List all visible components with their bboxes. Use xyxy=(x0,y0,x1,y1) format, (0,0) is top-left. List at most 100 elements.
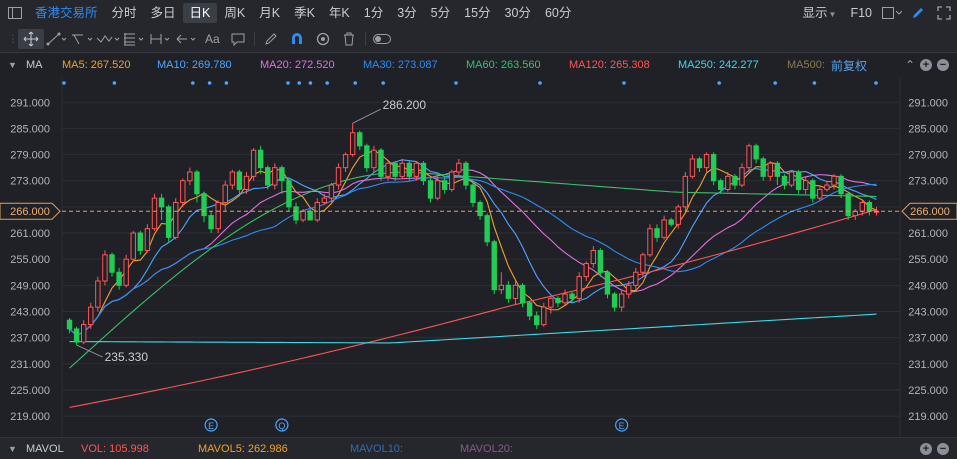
candle-body-74 xyxy=(590,249,597,265)
top-event-dot-12 xyxy=(538,81,542,85)
tab-period-11[interactable]: 30分 xyxy=(498,3,538,23)
top-event-dot-1 xyxy=(112,81,117,85)
arrow-tool-icon[interactable] xyxy=(174,29,200,49)
y-tick-right-10: 231.000 xyxy=(908,359,948,371)
draw-pen-icon[interactable] xyxy=(905,3,931,23)
candle-body-67 xyxy=(541,306,547,326)
drag-handle-icon[interactable]: ⋮ xyxy=(8,34,18,45)
candle-body-45 xyxy=(385,162,391,177)
tab-period-2[interactable]: 日K xyxy=(182,3,218,23)
candle-body-104 xyxy=(802,180,809,190)
tab-period-1[interactable]: 多日 xyxy=(144,3,183,23)
kline-chart[interactable]: 291.000 291.000 285.000 285.000 279.000 279.0… xyxy=(0,77,957,437)
display-menu-label: 显示 xyxy=(802,6,828,20)
range-tool-icon[interactable] xyxy=(148,29,174,49)
drawing-toolbar: ⋮ Aa xyxy=(0,26,957,53)
candle-body-108 xyxy=(831,175,837,186)
high-annotation-leader xyxy=(352,108,381,124)
tab-period-5[interactable]: 季K xyxy=(287,3,322,23)
candle-body-62 xyxy=(505,284,512,299)
exchange-selector[interactable]: 香港交易所 xyxy=(28,3,105,23)
candle-body-79 xyxy=(626,284,632,295)
candle-body-19 xyxy=(201,193,207,217)
add-indicator-icon[interactable]: + xyxy=(920,59,932,71)
volume-indicator-name[interactable]: MAVOL xyxy=(26,443,64,455)
fibonacci-tool-icon[interactable] xyxy=(122,29,148,49)
candle-body-25 xyxy=(243,175,250,190)
collapse-triangle-icon[interactable]: ▼ xyxy=(8,444,17,454)
indicator-name[interactable]: MA xyxy=(26,59,43,71)
top-event-dot-10 xyxy=(381,81,386,85)
eraser-pen-icon[interactable] xyxy=(258,29,284,49)
display-menu[interactable]: 显示▼ xyxy=(796,3,844,23)
candle-body-27 xyxy=(257,149,264,169)
top-event-dot-17 xyxy=(874,81,878,85)
candle-body-81 xyxy=(640,254,646,273)
candle-body-112 xyxy=(859,202,865,212)
toggle-drawings-icon[interactable] xyxy=(369,29,395,49)
tab-period-0[interactable]: 分时 xyxy=(105,3,144,23)
candle-body-21 xyxy=(215,202,221,230)
tab-period-4[interactable]: 月K xyxy=(252,3,287,23)
price-adjust-selector[interactable]: 前复权 xyxy=(831,57,867,74)
candle-body-51 xyxy=(427,180,434,199)
wave-tool-icon[interactable] xyxy=(96,29,122,49)
candle-body-53 xyxy=(441,180,448,190)
top-event-dot-5 xyxy=(286,81,290,85)
top-event-dot-2 xyxy=(191,81,195,85)
remove-volume-indicator-icon[interactable]: − xyxy=(937,442,949,455)
visibility-eye-icon[interactable] xyxy=(310,29,336,49)
low-annotation-label: 235.330 xyxy=(105,350,149,364)
candle-body-70 xyxy=(562,293,568,304)
candle-body-85 xyxy=(668,219,674,225)
y-tick-left-12: 219.000 xyxy=(10,411,50,423)
line-tool-icon[interactable] xyxy=(44,29,70,49)
candle-body-65 xyxy=(526,302,533,317)
crosshair-move-icon[interactable] xyxy=(18,29,44,49)
comment-tool-icon[interactable] xyxy=(225,29,251,49)
channel-tool-icon[interactable] xyxy=(70,29,96,49)
tab-period-9[interactable]: 5分 xyxy=(424,3,457,23)
candle-body-52 xyxy=(434,180,441,199)
chevron-up-icon[interactable]: ⌃ xyxy=(905,58,915,72)
candle-body-93 xyxy=(725,175,731,190)
candle-body-34 xyxy=(307,210,313,221)
tab-period-10[interactable]: 15分 xyxy=(457,3,497,23)
remove-indicator-icon[interactable]: − xyxy=(937,59,949,71)
chevron-down-icon: ▼ xyxy=(828,10,837,19)
y-tick-left-2: 279.000 xyxy=(10,150,50,162)
candle-body-49 xyxy=(413,162,420,177)
candle-body-32 xyxy=(293,206,299,221)
y-tick-right-3: 273.000 xyxy=(908,176,948,188)
candle-body-80 xyxy=(633,271,639,286)
tab-period-3[interactable]: 周K xyxy=(217,3,252,23)
candle-body-78 xyxy=(618,293,625,308)
y-tick-right-6: 255.000 xyxy=(908,254,948,266)
fullscreen-icon[interactable] xyxy=(931,3,957,23)
f10-button[interactable]: F10 xyxy=(843,3,879,23)
y-tick-left-3: 273.000 xyxy=(10,176,50,188)
candle-body-48 xyxy=(406,162,412,177)
candle-body-64 xyxy=(519,284,526,304)
candle-body-109 xyxy=(838,175,844,195)
top-event-dot-14 xyxy=(717,81,721,85)
y-tick-left-10: 231.000 xyxy=(10,359,50,371)
layout-menu-icon[interactable] xyxy=(879,3,905,23)
add-volume-indicator-icon[interactable]: + xyxy=(920,442,932,455)
collapse-triangle-icon[interactable]: ▼ xyxy=(8,60,17,70)
candle-body-84 xyxy=(661,219,667,238)
y-tick-left-1: 285.000 xyxy=(10,123,50,135)
tab-period-7[interactable]: 1分 xyxy=(357,3,390,23)
y-tick-left-7: 249.000 xyxy=(10,280,50,292)
magnet-icon[interactable] xyxy=(284,29,310,49)
tab-period-6[interactable]: 年K xyxy=(322,3,357,23)
text-tool-button[interactable]: Aa xyxy=(200,29,225,49)
low-annotation-leader xyxy=(76,344,103,358)
top-event-dot-6 xyxy=(297,81,302,85)
candle-body-44 xyxy=(378,149,384,177)
top-event-dot-7 xyxy=(308,81,313,85)
tab-period-12[interactable]: 60分 xyxy=(538,3,578,23)
tab-period-8[interactable]: 3分 xyxy=(390,3,423,23)
trash-icon[interactable] xyxy=(336,29,362,49)
sidebar-toggle-icon[interactable] xyxy=(2,3,28,23)
